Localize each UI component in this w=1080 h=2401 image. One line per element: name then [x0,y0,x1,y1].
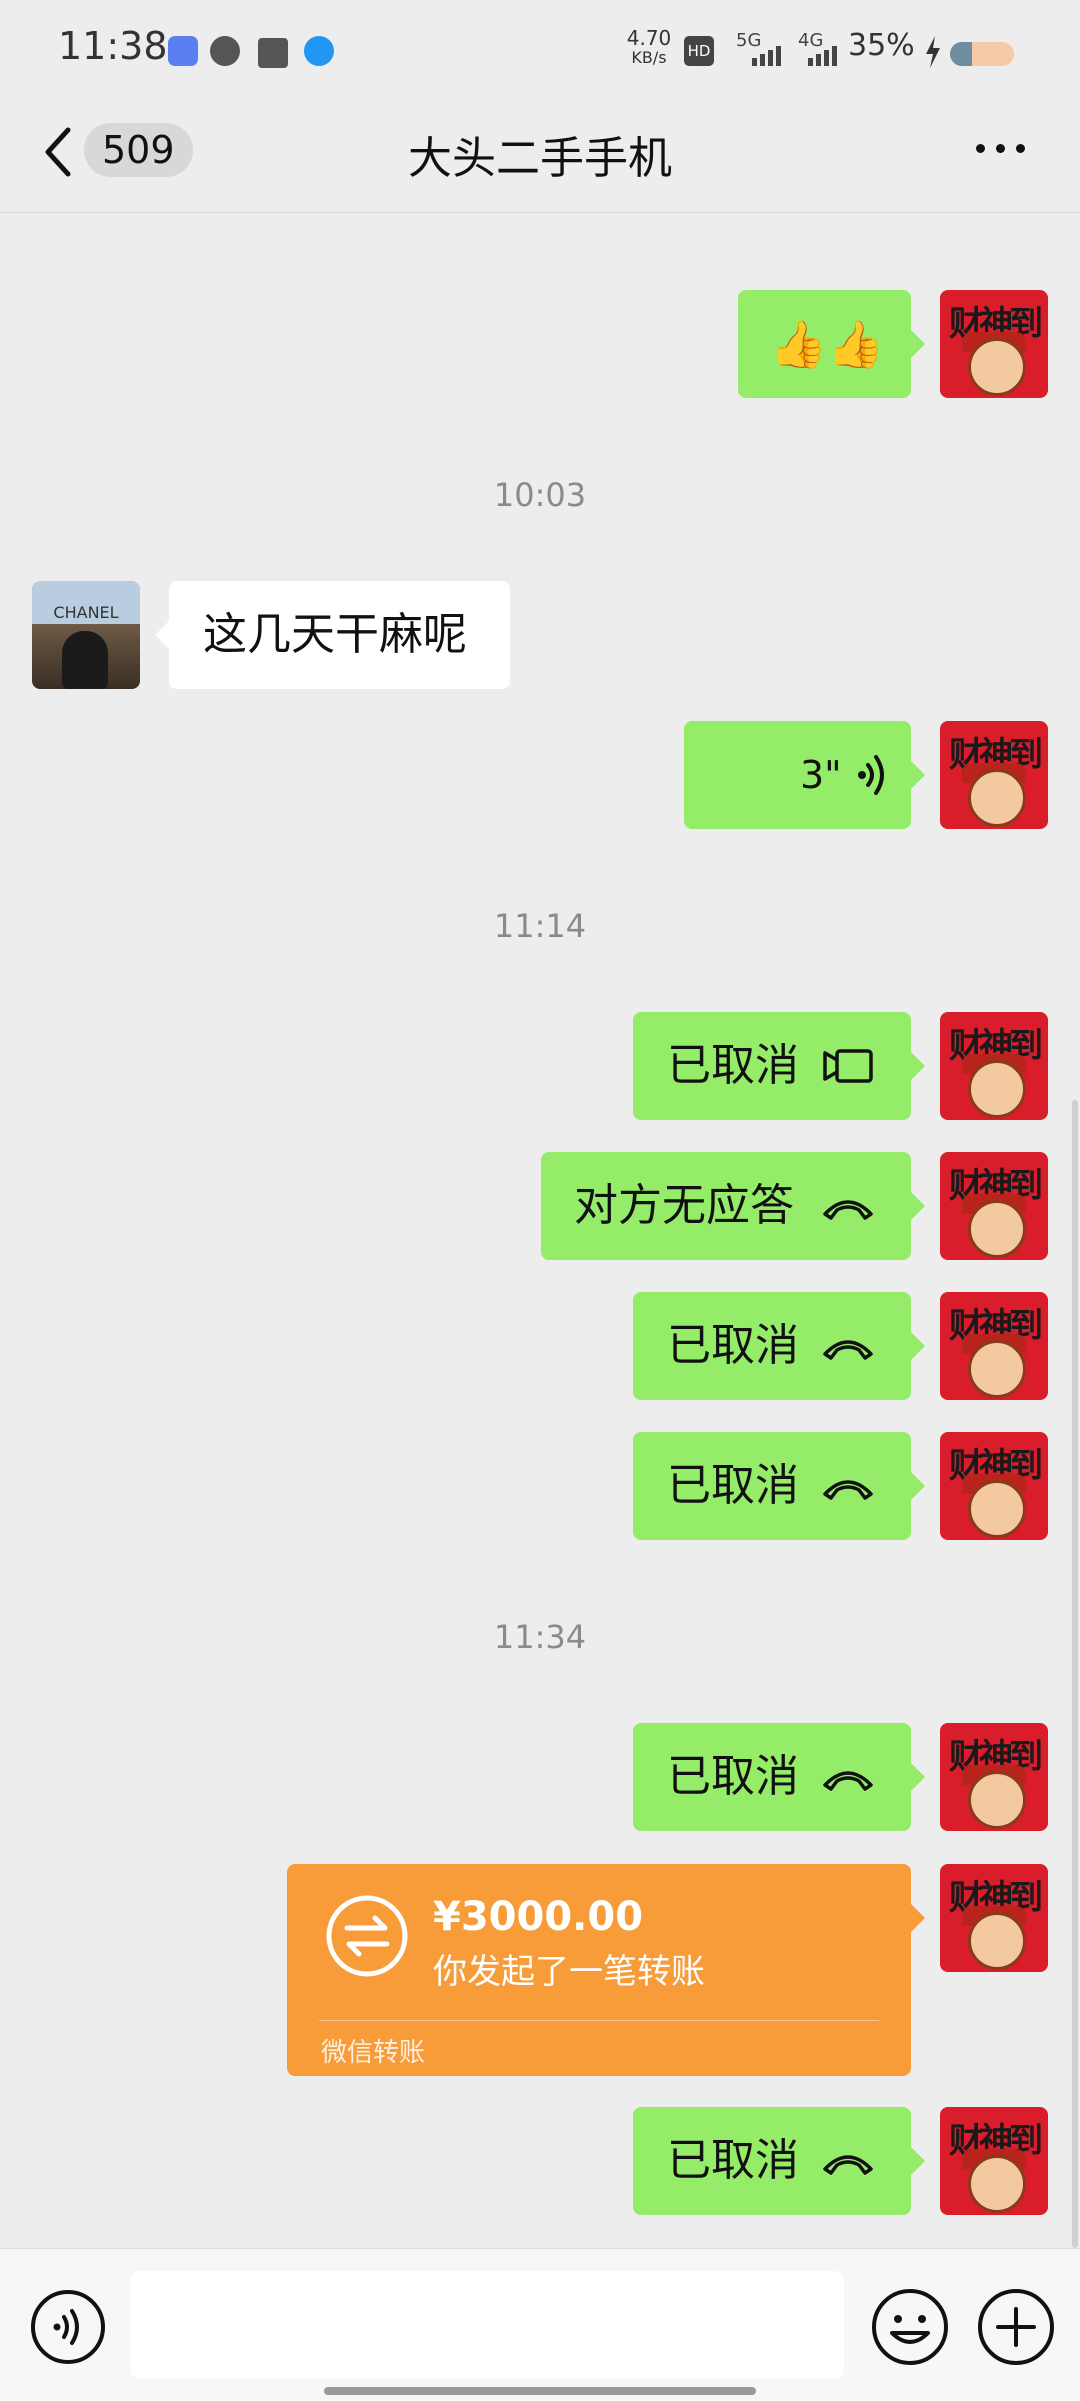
phone-hangup-icon [823,1200,873,1220]
avatar-face [968,1480,1026,1538]
book-notification-icon [258,38,288,68]
voice-message-bubble[interactable]: 3" [684,721,925,829]
voice-call-message[interactable]: 已取消 [633,1432,925,1540]
emoji-button[interactable] [870,2287,950,2367]
self-avatar[interactable]: 财神到 [940,1292,1048,1400]
voice-duration: 3" [800,753,842,797]
message-input[interactable] [130,2271,844,2379]
phone-hangup-icon [823,1771,873,1791]
net-speed-unit: KB/s [631,48,667,67]
signal-bars-4g [806,44,842,70]
transfer-description: 你发起了一笔转账 [433,1952,705,1992]
transfer-footer: 微信转账 [321,2038,426,2068]
self-avatar[interactable]: 财神到 [940,1152,1048,1260]
timestamp: 10:03 [493,476,587,514]
more-options-button[interactable] [976,142,1030,156]
call-status-text: 对方无应答 [574,1180,794,1231]
input-bar [0,2248,1080,2401]
chat-title: 大头二手手机 [408,133,672,184]
app-notification-icon [168,36,198,66]
more-actions-button[interactable] [976,2287,1056,2367]
dot-icon [996,144,1005,153]
self-avatar[interactable]: 财神到 [940,290,1048,398]
battery-icon [950,42,1014,66]
avatar-face [968,1200,1026,1258]
browser-notification-icon [304,36,334,66]
self-avatar[interactable]: 财神到 [940,1864,1048,1972]
contact-avatar[interactable]: CHANEL [32,581,140,689]
status-bar: 11:38 4.70 KB/s HD 5G 4G 35% [0,0,1080,100]
self-avatar[interactable]: 财神到 [940,2107,1048,2215]
header-divider [0,212,1080,213]
emoji-text: 👍👍 [770,317,885,371]
transfer-amount: ¥3000.00 [433,1894,644,1940]
avatar-face [968,769,1026,827]
dot-icon [976,144,985,153]
avatar-face [968,1060,1026,1118]
phone-hangup-icon [823,2155,873,2175]
call-status-text: 已取消 [667,1460,799,1511]
status-time: 11:38 [58,24,168,68]
net-speed: 4.70 KB/s [624,28,674,68]
video-call-message[interactable]: 已取消 [633,1012,925,1120]
home-indicator[interactable] [324,2387,756,2395]
avatar-face [968,2155,1026,2213]
hd-icon: HD [684,36,714,66]
scrollbar[interactable] [1072,1100,1078,2248]
call-status-text: 已取消 [667,2135,799,2186]
voice-wave-icon [858,755,884,795]
avatar-face [968,1340,1026,1398]
voice-call-message[interactable]: 已取消 [633,1723,925,1831]
transfer-divider [319,2020,879,2021]
voice-input-button[interactable] [30,2289,106,2365]
self-avatar[interactable]: 财神到 [940,1432,1048,1540]
avatar-text: CHANEL [53,603,119,622]
voice-call-message[interactable]: 对方无应答 [541,1152,925,1260]
timestamp: 11:34 [493,1618,587,1656]
charging-icon [924,36,942,72]
battery-percent: 35% [848,28,915,63]
avatar-face [968,1771,1026,1829]
call-status-text: 已取消 [667,1751,799,1802]
self-avatar[interactable]: 财神到 [940,721,1048,829]
voice-call-message[interactable]: 已取消 [633,1292,925,1400]
avatar-figure [62,631,108,689]
message-notification-icon [210,36,240,66]
voice-call-message[interactable]: 已取消 [633,2107,925,2215]
message-bubble-incoming[interactable]: 这几天干麻呢 [155,581,510,689]
transfer-icon [326,1895,408,1977]
signal-bars-5g [750,44,786,70]
phone-hangup-icon [823,1480,873,1500]
self-avatar[interactable]: 财神到 [940,1012,1048,1120]
self-avatar[interactable]: 财神到 [940,1723,1048,1831]
timestamp: 11:14 [493,907,587,945]
message-bubble-emoji[interactable]: 👍👍 [738,290,925,398]
net-speed-value: 4.70 [626,26,672,50]
avatar-face [968,338,1026,396]
transfer-card[interactable]: ¥3000.00 你发起了一笔转账 微信转账 [287,1864,925,2076]
phone-hangup-icon [823,1340,873,1360]
video-camera-icon [823,1049,873,1083]
dot-icon [1016,144,1025,153]
message-text: 这几天干麻呢 [203,609,467,660]
call-status-text: 已取消 [667,1040,799,1091]
call-status-text: 已取消 [667,1320,799,1371]
battery-fill [950,42,973,66]
avatar-face [968,1912,1026,1970]
